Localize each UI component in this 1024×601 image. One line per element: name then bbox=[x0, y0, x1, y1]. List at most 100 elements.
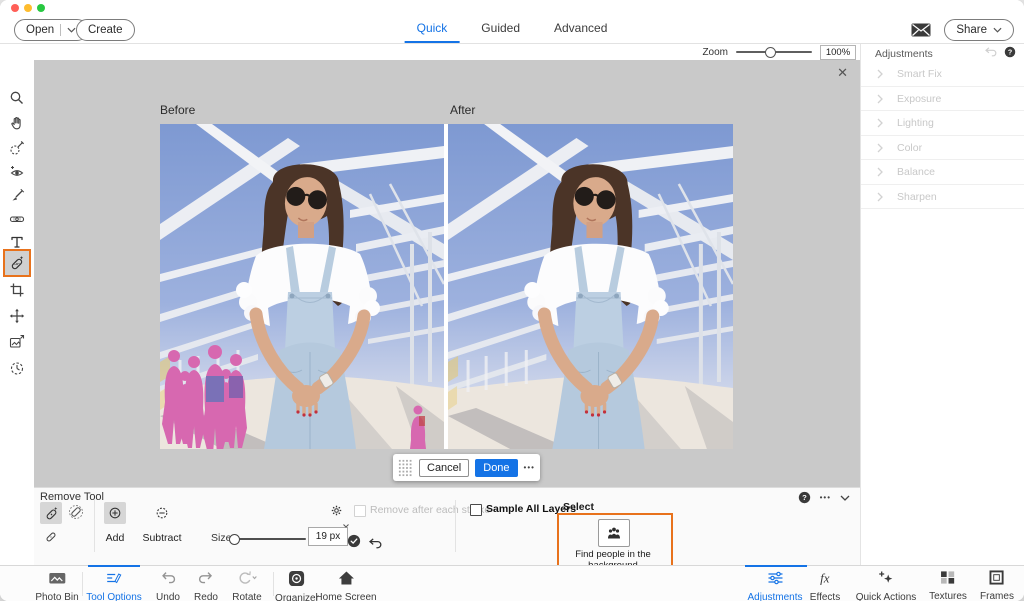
close-panel-button[interactable]: ✕ bbox=[837, 65, 848, 81]
quick-selection-icon bbox=[9, 140, 25, 156]
mode-tabs: Quick Guided Advanced bbox=[405, 16, 620, 43]
taskbar-adjustments[interactable]: Adjustments bbox=[747, 570, 802, 601]
zoom-label: Zoom bbox=[702, 47, 728, 58]
sample-all-layers-checkbox[interactable] bbox=[470, 504, 482, 516]
zoom-tool[interactable] bbox=[9, 90, 25, 106]
chevron-right-icon bbox=[877, 69, 883, 79]
remove-tool[interactable] bbox=[3, 249, 31, 277]
collapse-chevron-icon[interactable] bbox=[840, 495, 850, 501]
effects-fx-icon: fx bbox=[816, 570, 834, 586]
taskbar-rotate[interactable]: Rotate bbox=[232, 570, 261, 601]
level-icon bbox=[9, 211, 25, 227]
zoom-window-button[interactable] bbox=[37, 4, 45, 12]
divider bbox=[94, 500, 95, 552]
zoom-slider[interactable] bbox=[736, 51, 812, 53]
taskbar-undo[interactable]: Undo bbox=[156, 570, 180, 601]
done-button[interactable]: Done bbox=[475, 459, 517, 477]
remove-tool-variant-selected[interactable] bbox=[40, 502, 62, 524]
taskbar-redo[interactable]: Redo bbox=[194, 570, 218, 601]
size-value-input[interactable] bbox=[308, 527, 348, 546]
spot-healing-icon bbox=[68, 504, 84, 520]
taskbar-organizer[interactable]: Organizer bbox=[275, 570, 319, 601]
chevron-right-icon bbox=[877, 167, 883, 177]
picture-move-icon bbox=[9, 334, 25, 350]
app-window: Open Create Quick Guided Advanced Share bbox=[0, 0, 1024, 601]
brush-settings-button[interactable] bbox=[330, 504, 343, 522]
add-mode-button[interactable] bbox=[104, 502, 126, 524]
spot-healing-variant[interactable] bbox=[68, 504, 84, 525]
more-options-button[interactable]: ••• bbox=[524, 463, 535, 472]
taskbar-photo-bin[interactable]: Photo Bin bbox=[35, 570, 78, 601]
type-icon bbox=[9, 234, 25, 250]
help-icon[interactable]: ? bbox=[798, 491, 811, 504]
taskbar: Photo Bin Tool Options Undo Redo Rotate … bbox=[0, 565, 1024, 601]
adjustment-smart-fix[interactable]: Smart Fix bbox=[861, 62, 1024, 87]
remove-after-each-stroke-checkbox[interactable] bbox=[354, 505, 366, 517]
taskbar-effects[interactable]: fx Effects bbox=[810, 570, 840, 601]
active-indicator bbox=[88, 565, 140, 567]
hand-tool[interactable] bbox=[9, 115, 25, 131]
reset-button[interactable] bbox=[368, 536, 383, 554]
whiten-teeth-tool[interactable] bbox=[9, 188, 25, 204]
create-button[interactable]: Create bbox=[76, 19, 135, 41]
quick-selection-tool[interactable] bbox=[9, 140, 25, 156]
taskbar-quick-actions[interactable]: Quick Actions bbox=[856, 570, 917, 601]
adjustment-balance[interactable]: Balance bbox=[861, 160, 1024, 185]
organizer-icon bbox=[289, 570, 306, 586]
size-slider-handle[interactable] bbox=[229, 534, 240, 545]
hand-icon bbox=[9, 115, 25, 131]
size-slider[interactable] bbox=[230, 538, 306, 540]
taskbar-textures[interactable]: Textures bbox=[929, 570, 967, 601]
divider bbox=[455, 500, 456, 552]
divider bbox=[273, 572, 274, 596]
active-indicator bbox=[745, 565, 807, 567]
taskbar-tool-options[interactable]: Tool Options bbox=[86, 570, 142, 601]
drag-handle[interactable] bbox=[398, 459, 413, 477]
sparkle-plus-icon bbox=[877, 570, 895, 586]
type-tool[interactable] bbox=[9, 234, 25, 250]
before-image[interactable] bbox=[160, 124, 444, 449]
open-label: Open bbox=[26, 24, 54, 36]
panel-more-button[interactable]: ••• bbox=[820, 493, 831, 502]
adjustment-sharpen[interactable]: Sharpen bbox=[861, 185, 1024, 210]
taskbar-frames[interactable]: Frames bbox=[980, 570, 1014, 601]
tab-guided[interactable]: Guided bbox=[469, 16, 532, 43]
photo-bin-icon bbox=[48, 570, 66, 586]
straighten-tool[interactable] bbox=[9, 211, 25, 227]
zoom-bar: Zoom bbox=[34, 44, 860, 60]
adjustment-exposure[interactable]: Exposure bbox=[861, 87, 1024, 112]
subtract-mode-button[interactable] bbox=[155, 506, 169, 525]
close-window-button[interactable] bbox=[11, 4, 19, 12]
commit-button[interactable] bbox=[347, 534, 361, 553]
moving-elements-tool[interactable] bbox=[9, 360, 25, 376]
taskbar-home-screen[interactable]: Home Screen bbox=[315, 570, 376, 601]
adjustment-color[interactable]: Color bbox=[861, 136, 1024, 161]
healing-brush-variant[interactable] bbox=[44, 530, 58, 549]
crop-tool[interactable] bbox=[9, 282, 25, 298]
content-aware-move-tool[interactable] bbox=[9, 334, 25, 350]
mail-icon[interactable] bbox=[911, 23, 931, 37]
eye-icon bbox=[9, 164, 25, 180]
tab-advanced[interactable]: Advanced bbox=[542, 16, 619, 43]
rotate-icon bbox=[236, 570, 258, 586]
zoom-value-input[interactable] bbox=[820, 45, 856, 60]
adjustment-lighting[interactable]: Lighting bbox=[861, 111, 1024, 136]
circle-plus-icon bbox=[108, 506, 122, 520]
panel-reset-icon[interactable] bbox=[984, 47, 998, 57]
share-button[interactable]: Share bbox=[944, 19, 1014, 41]
chevron-down-icon bbox=[993, 27, 1002, 33]
find-people-button[interactable] bbox=[598, 519, 630, 547]
tab-quick[interactable]: Quick bbox=[405, 16, 460, 43]
select-label: Select bbox=[563, 501, 594, 513]
red-eye-removal-tool[interactable] bbox=[9, 164, 25, 180]
minimize-window-button[interactable] bbox=[24, 4, 32, 12]
svg-text:fx: fx bbox=[820, 571, 830, 586]
help-icon[interactable]: ? bbox=[1004, 46, 1016, 58]
after-image[interactable] bbox=[448, 124, 733, 449]
move-tool[interactable] bbox=[9, 308, 25, 324]
topbar: Open Create Quick Guided Advanced Share bbox=[0, 16, 1024, 44]
zoom-slider-handle[interactable] bbox=[765, 47, 776, 58]
chevron-right-icon bbox=[877, 94, 883, 104]
gear-icon bbox=[330, 504, 343, 517]
cancel-button[interactable]: Cancel bbox=[419, 459, 469, 477]
